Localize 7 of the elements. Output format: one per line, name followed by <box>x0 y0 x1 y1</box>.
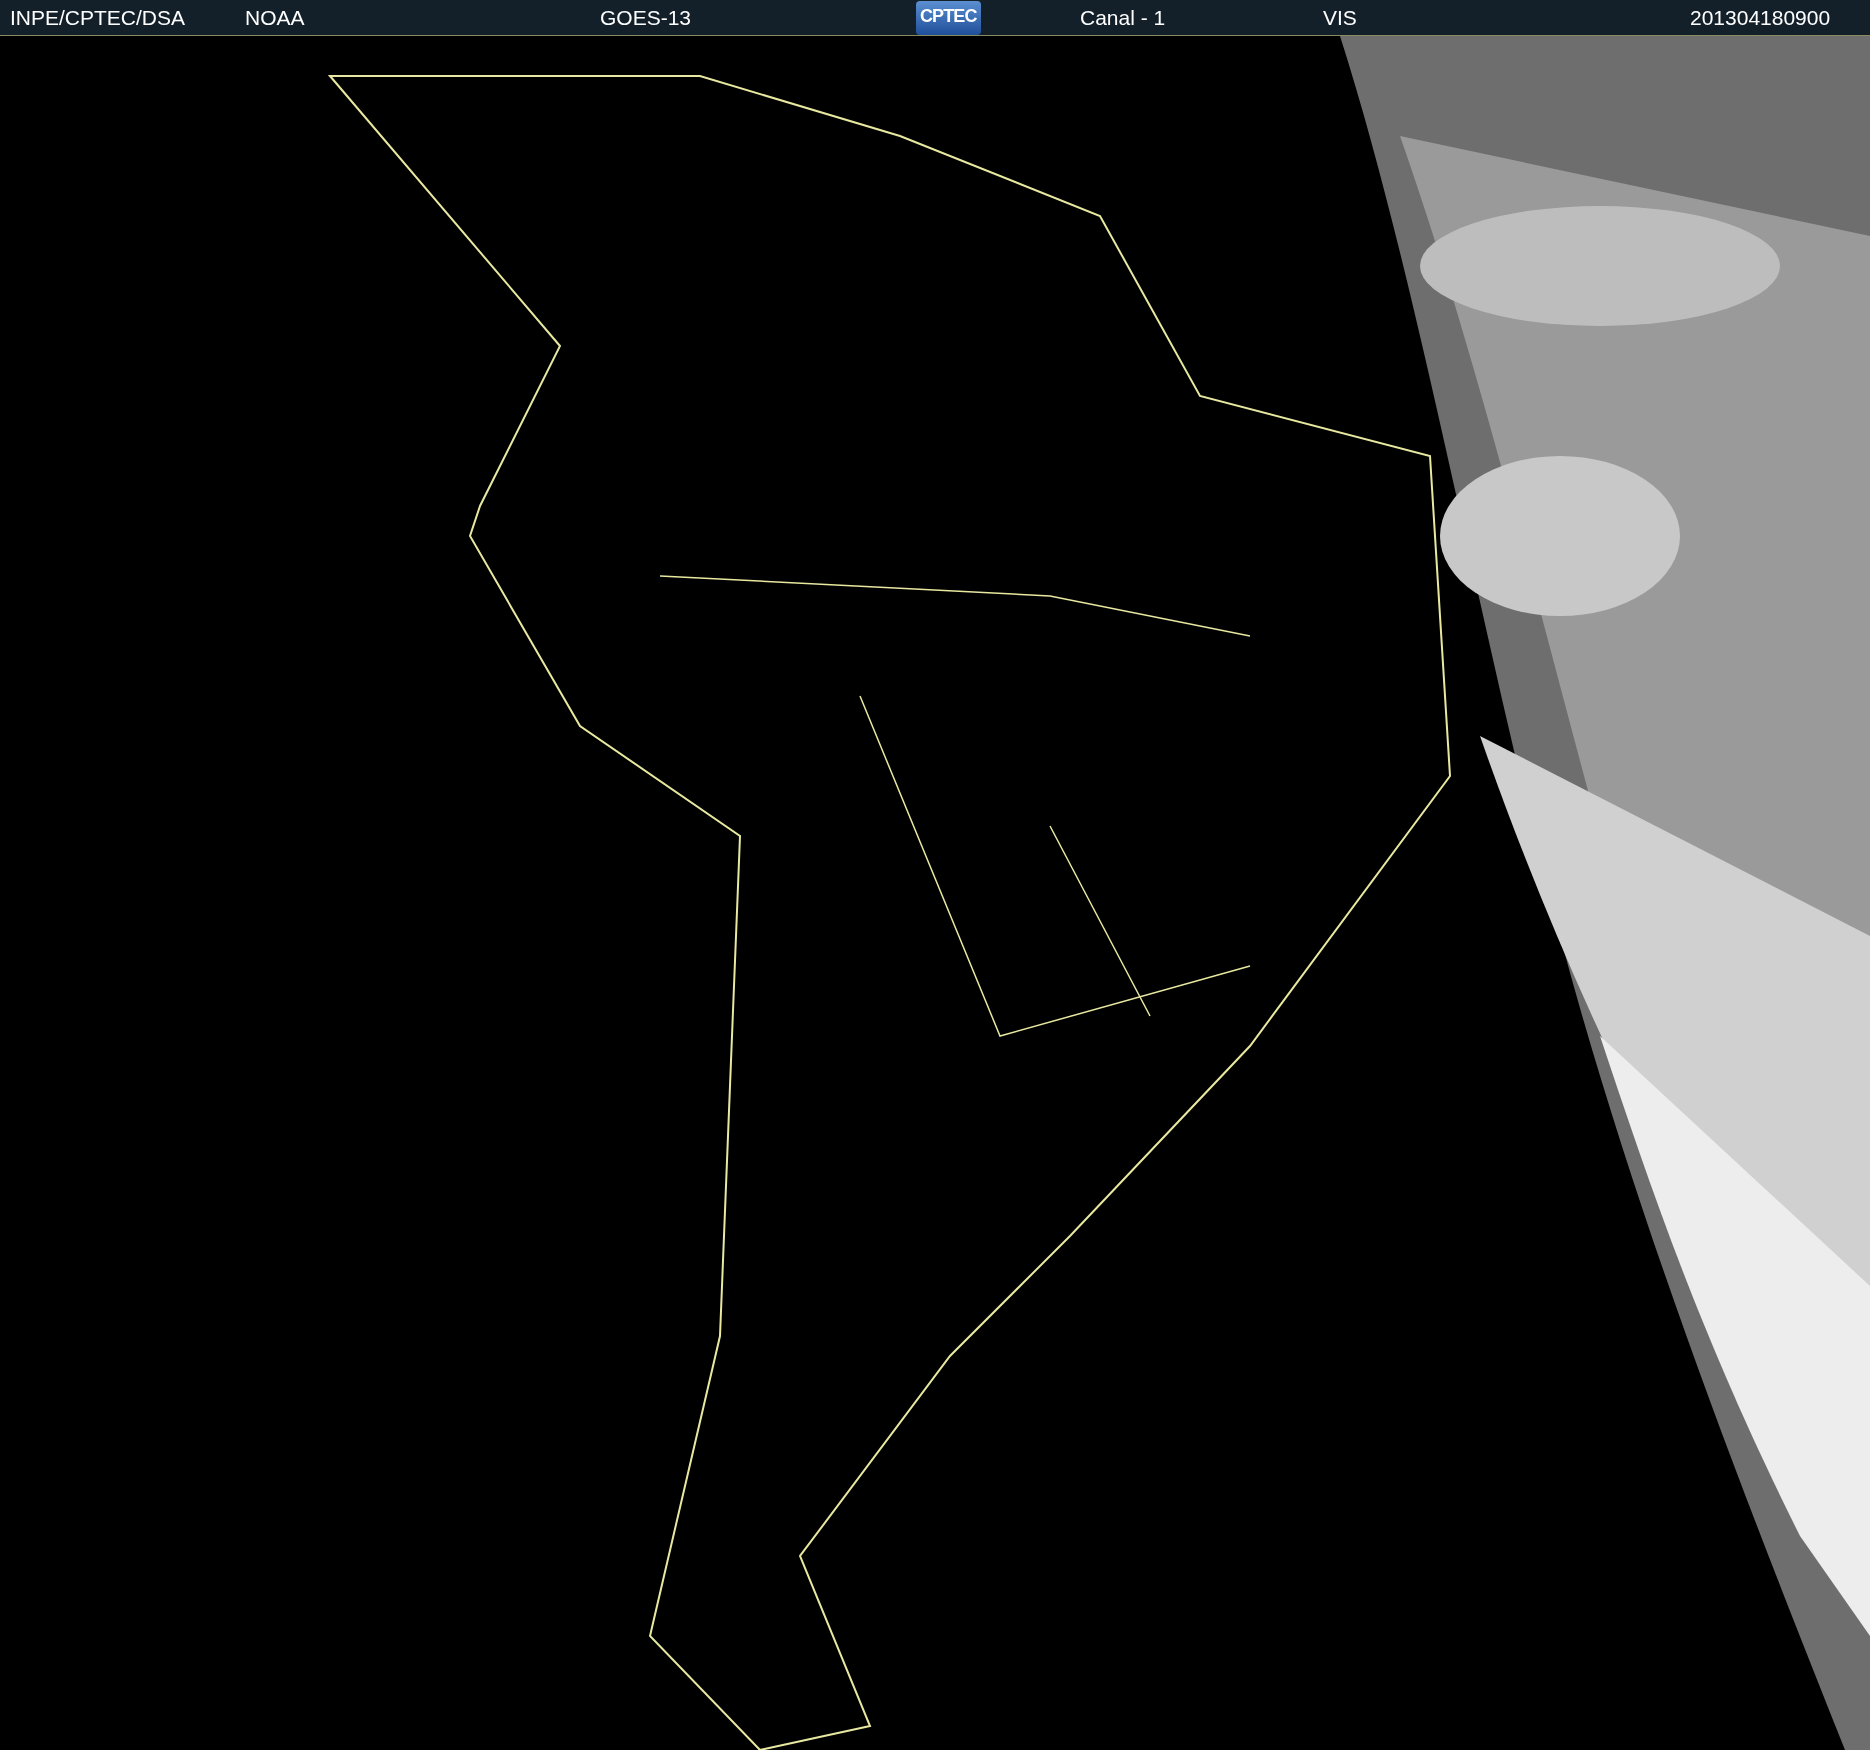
cptec-logo: CPTEC <box>916 0 981 35</box>
header-label: Canal - 1 <box>1080 5 1166 29</box>
header-label: VIS <box>1323 5 1357 29</box>
header-label: NOAA <box>245 5 305 29</box>
header-label: GOES-13 <box>600 5 692 29</box>
header-label: 201304180900 <box>1690 5 1831 29</box>
header-label: INPE/CPTEC/DSA <box>10 5 186 29</box>
